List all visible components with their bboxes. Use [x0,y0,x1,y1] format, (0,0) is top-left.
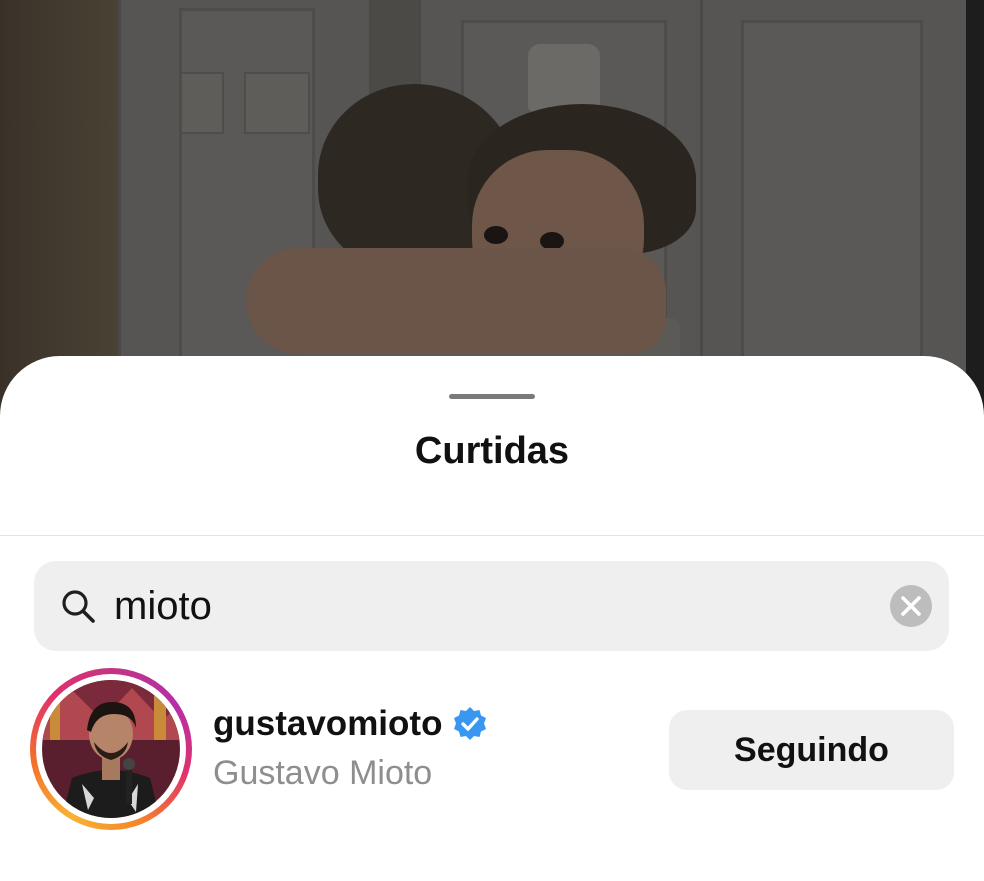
clear-icon[interactable] [890,585,932,627]
photo-light-switch [180,72,224,134]
avatar-image [42,680,180,818]
photo-light-switch [244,72,310,134]
following-button[interactable]: Seguindo [669,710,954,790]
close-icon [901,596,921,616]
photo-arm [246,248,666,354]
story-ring[interactable] [30,668,192,830]
username[interactable]: gustavomioto [213,704,442,744]
list-item[interactable]: gustavomioto Gustavo Mioto Seguindo [0,668,984,834]
sheet-drag-handle[interactable] [449,394,535,399]
sheet-title: Curtidas [414,430,570,472]
likes-screen: Curtidas mioto gustavomioto Gustavo Miot… [0,0,984,881]
photo-lamp [528,44,600,112]
full-name: Gustavo Mioto [213,754,433,792]
username-line: gustavomioto [213,700,488,748]
photo-child-eye [484,226,508,244]
search-input[interactable] [114,579,874,633]
search-icon [62,590,95,623]
avatar[interactable] [42,680,180,818]
header-divider [0,535,984,536]
search-bar[interactable] [34,561,949,651]
likes-bottom-sheet: Curtidas mioto gustavomioto Gustavo Miot… [0,356,984,881]
verified-badge-icon [454,707,487,740]
